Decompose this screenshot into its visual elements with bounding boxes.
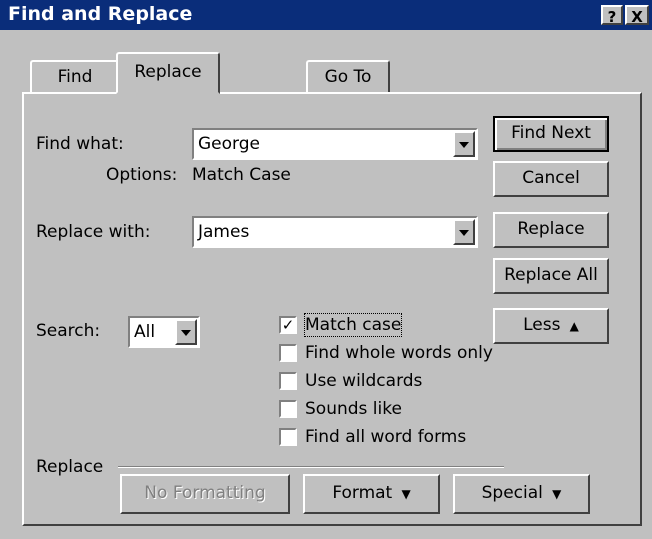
replace-button[interactable]: Replace xyxy=(493,212,609,248)
match-case-checkbox[interactable]: ✓ xyxy=(279,316,297,334)
search-dropdown-button[interactable] xyxy=(175,319,197,345)
checkmark-icon: ✓ xyxy=(281,316,295,334)
replace-with-dropdown-button[interactable] xyxy=(453,219,475,245)
sounds-like-label: Sounds like xyxy=(305,399,402,419)
replace-with-combo[interactable]: James xyxy=(192,216,478,248)
window-title: Find and Replace xyxy=(8,3,193,25)
chevron-down-icon xyxy=(181,330,191,336)
less-button-label: Less xyxy=(523,315,561,335)
replace-all-button[interactable]: Replace All xyxy=(493,258,609,294)
match-case-label: Match case xyxy=(303,313,403,337)
options-value: Match Case xyxy=(192,165,291,185)
wildcards-checkbox[interactable] xyxy=(279,372,297,390)
help-button[interactable]: ? xyxy=(601,5,623,26)
replace-with-value: James xyxy=(198,222,250,242)
word-forms-checkbox[interactable] xyxy=(279,428,297,446)
tab-replace-label: Replace xyxy=(134,62,202,82)
dropdown-arrow-icon: ▼ xyxy=(397,487,411,501)
title-bar: Find and Replace ? X xyxy=(0,0,652,30)
cancel-button[interactable]: Cancel xyxy=(493,161,609,197)
tab-find-label: Find xyxy=(57,67,93,87)
replace-section-divider xyxy=(118,466,504,468)
special-button-label: Special xyxy=(481,483,543,503)
replace-with-label: Replace with: xyxy=(36,222,151,242)
chevron-down-icon xyxy=(459,142,469,148)
format-button-label: Format xyxy=(332,483,393,503)
tab-goto[interactable]: Go To xyxy=(306,60,390,94)
format-button[interactable]: Format ▼ xyxy=(303,474,440,514)
wildcards-label: Use wildcards xyxy=(305,371,423,391)
find-next-button[interactable]: Find Next xyxy=(493,116,609,152)
tab-replace[interactable]: Replace xyxy=(116,52,220,94)
no-formatting-button[interactable]: No Formatting xyxy=(120,474,290,514)
less-button[interactable]: Less ▲ xyxy=(493,308,609,344)
special-button[interactable]: Special ▼ xyxy=(453,474,590,514)
dropdown-arrow-icon: ▼ xyxy=(548,487,562,501)
chevron-down-icon xyxy=(459,230,469,236)
tab-find[interactable]: Find xyxy=(30,60,120,94)
find-what-dropdown-button[interactable] xyxy=(453,131,475,157)
find-what-combo[interactable]: George xyxy=(192,128,478,160)
whole-words-label: Find whole words only xyxy=(305,343,493,363)
sounds-like-checkbox[interactable] xyxy=(279,400,297,418)
word-forms-label: Find all word forms xyxy=(305,427,467,447)
replace-section-label: Replace xyxy=(36,457,104,477)
tab-goto-label: Go To xyxy=(324,67,372,87)
close-button[interactable]: X xyxy=(625,5,649,26)
search-direction-combo[interactable]: All xyxy=(128,316,200,348)
whole-words-checkbox[interactable] xyxy=(279,344,297,362)
search-direction-value: All xyxy=(134,322,156,342)
find-what-value: George xyxy=(198,134,260,154)
search-label: Search: xyxy=(36,321,101,341)
options-label: Options: xyxy=(106,165,178,185)
find-what-label: Find what: xyxy=(36,134,124,154)
collapse-arrow-icon: ▲ xyxy=(565,319,579,333)
